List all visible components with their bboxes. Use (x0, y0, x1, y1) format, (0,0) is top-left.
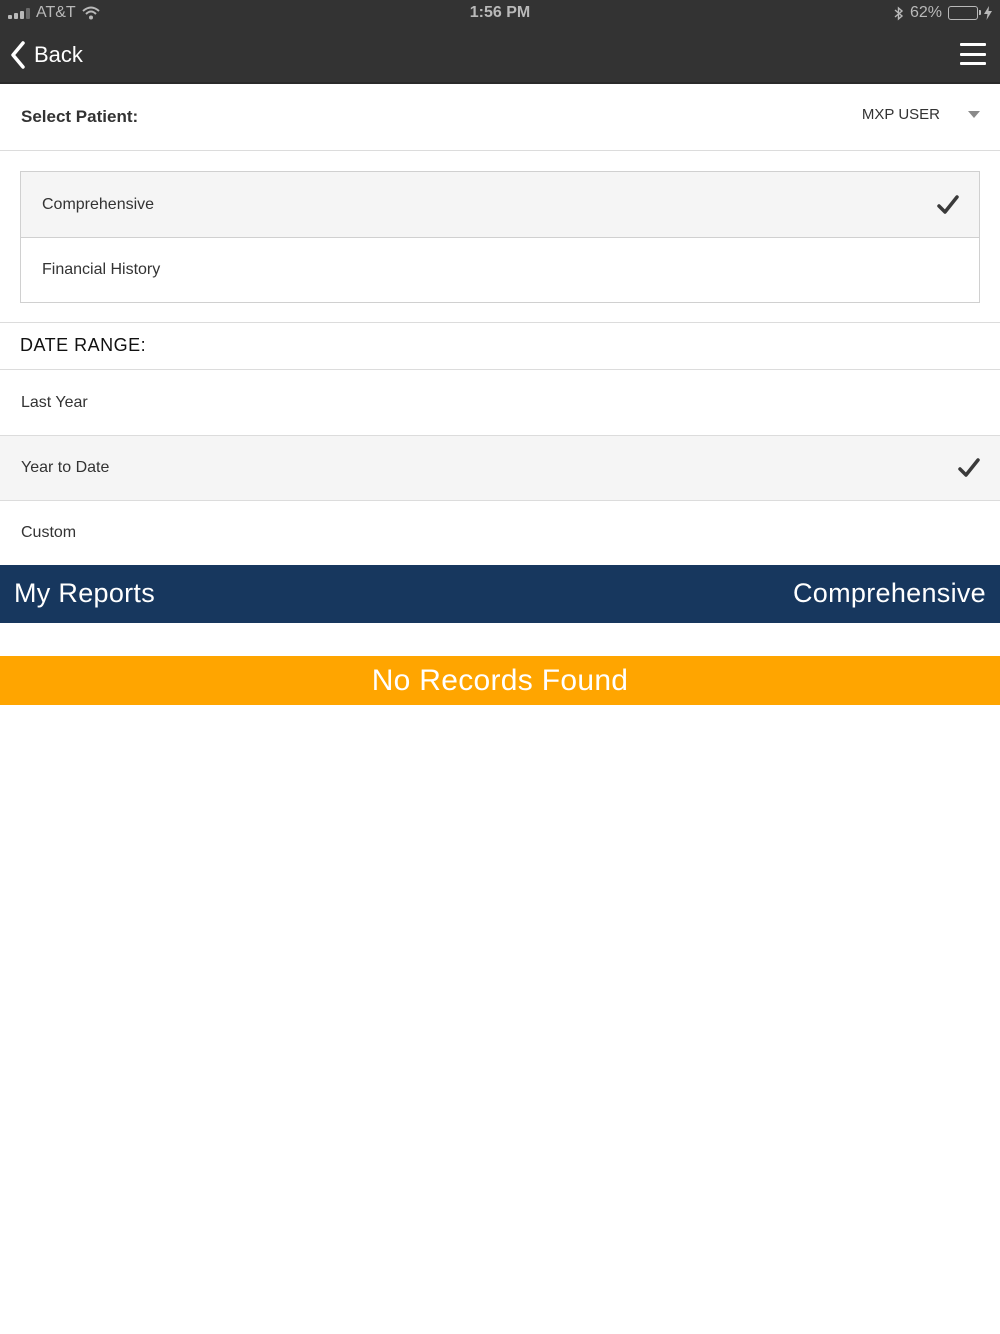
hamburger-menu-icon[interactable] (960, 43, 986, 65)
navigation-bar: AT&T 1:56 PM 62% Back (0, 0, 1000, 84)
report-type-comprehensive[interactable]: Comprehensive (21, 172, 979, 237)
report-type-label: Financial History (42, 261, 161, 278)
current-report-type: Comprehensive (793, 578, 986, 608)
date-range-last-year[interactable]: Last Year (0, 370, 1000, 435)
back-button[interactable]: Back (10, 38, 83, 72)
select-patient-label: Select Patient: (21, 107, 139, 126)
checkmark-icon (958, 458, 980, 477)
bluetooth-icon (894, 5, 904, 21)
chevron-left-icon (11, 41, 25, 69)
report-type-financial-history[interactable]: Financial History (21, 237, 979, 302)
date-range-custom[interactable]: Custom (0, 500, 1000, 565)
section-divider (0, 322, 1000, 323)
battery-info: 62% (894, 4, 992, 22)
my-reports-header: My Reports Comprehensive (0, 565, 1000, 623)
date-range-list: Last Year Year to Date Custom (0, 369, 1000, 565)
report-type-label: Comprehensive (42, 195, 155, 213)
patient-selected-value: MXP USER (861, 106, 940, 123)
date-range-year-to-date[interactable]: Year to Date (0, 435, 1000, 500)
date-range-label: Custom (21, 524, 77, 541)
patient-dropdown[interactable]: MXP USER (862, 106, 980, 123)
charging-icon (984, 6, 992, 20)
back-label: Back (34, 42, 83, 67)
select-patient-row: Select Patient: MXP USER (0, 84, 1000, 151)
report-type-list: Comprehensive Financial History (20, 171, 980, 303)
my-reports-title: My Reports (14, 578, 156, 608)
date-range-label: Year to Date (21, 459, 110, 476)
date-range-label: Last Year (21, 393, 88, 411)
date-range-heading: DATE RANGE: (20, 335, 147, 355)
caret-down-icon (968, 111, 980, 118)
battery-icon (948, 6, 981, 20)
status-bar: AT&T 1:56 PM 62% (0, 0, 1000, 28)
status-time: 1:56 PM (469, 4, 531, 21)
battery-percent: 62% (909, 4, 942, 21)
no-records-banner: No Records Found (0, 656, 1000, 705)
checkmark-icon (937, 194, 959, 214)
